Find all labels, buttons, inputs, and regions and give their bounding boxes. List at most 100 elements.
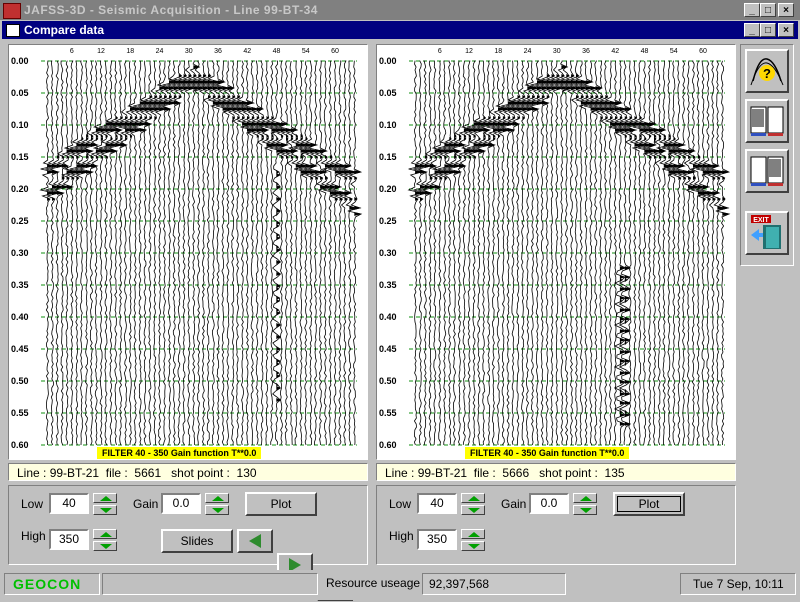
x-tick-label: 24 xyxy=(156,48,164,55)
child-close-button[interactable]: × xyxy=(778,23,794,37)
spin-up-icon[interactable] xyxy=(461,529,485,539)
low-spinner[interactable] xyxy=(93,493,117,515)
spin-up-icon[interactable] xyxy=(205,493,229,503)
prev-slide-button[interactable] xyxy=(237,529,273,553)
y-tick-label: 0.30 xyxy=(11,248,29,258)
x-tick-label: 12 xyxy=(465,48,473,55)
high-spinner[interactable] xyxy=(93,529,117,551)
high-label: High xyxy=(389,529,414,543)
resource-value-panel: 92,397,568 xyxy=(422,573,566,595)
gain-label: Gain xyxy=(133,497,159,511)
spin-up-icon[interactable] xyxy=(461,493,485,503)
slides-button[interactable]: Slides xyxy=(161,529,233,553)
resource-label: Resource useage xyxy=(326,576,421,590)
y-tick-label: 0.50 xyxy=(379,376,397,386)
y-tick-label: 0.50 xyxy=(11,376,29,386)
status-bar: GEOCON Resource useage 92,397,568 Tue 7 … xyxy=(0,570,800,600)
low-input[interactable]: 40 xyxy=(417,493,457,514)
spin-up-icon[interactable] xyxy=(573,493,597,503)
seismic-plot-right[interactable]: 0.00 0.05 0.10 0.15 0.20 0.25 0.30 0.35 0.40 0.45… xyxy=(376,44,736,460)
compare-left-button[interactable] xyxy=(745,99,789,143)
y-tick-label: 0.45 xyxy=(379,344,397,354)
child-minimize-button[interactable]: _ xyxy=(744,23,760,37)
x-tick-label: 48 xyxy=(641,48,649,55)
spin-down-icon[interactable] xyxy=(461,505,485,515)
spin-down-icon[interactable] xyxy=(205,505,229,515)
x-tick-label: 6 xyxy=(70,48,74,55)
child-window-icon[interactable] xyxy=(6,24,20,37)
seismic-section-right: 0.00 0.05 0.10 0.15 0.20 0.25 0.30 0.35 0.40 0.45… xyxy=(379,48,731,450)
controls-left: Low 40 Gain 0.0 Plot High 350 Slides xyxy=(8,485,368,601)
y-tick-label: 0.25 xyxy=(379,216,397,226)
child-title-bar: Compare data _ □ × xyxy=(2,21,798,39)
help-wave-icon: ? xyxy=(750,58,784,86)
y-tick-label: 0.35 xyxy=(11,280,29,290)
y-tick-label: 0.20 xyxy=(379,184,397,194)
filter-label-right: FILTER 40 - 350 Gain function T**0.0 xyxy=(465,447,630,459)
compare-right-button[interactable] xyxy=(745,149,789,193)
maximize-button[interactable]: □ xyxy=(760,3,776,17)
x-tick-label: 42 xyxy=(611,48,619,55)
filter-label-left: FILTER 40 - 350 Gain function T**0.0 xyxy=(97,447,262,459)
spin-up-icon[interactable] xyxy=(93,493,117,503)
arrow-left-icon xyxy=(249,534,261,548)
y-tick-label: 0.15 xyxy=(379,152,397,162)
gain-input[interactable]: 0.0 xyxy=(529,493,569,514)
high-input[interactable]: 350 xyxy=(49,529,89,550)
exit-button[interactable]: EXIT xyxy=(745,211,789,255)
y-tick-label: 0.15 xyxy=(11,152,29,162)
plot-button[interactable]: Plot xyxy=(245,492,317,516)
file-value: 5661 xyxy=(134,466,162,480)
app-icon[interactable] xyxy=(3,3,21,19)
y-tick-label: 0.10 xyxy=(11,120,29,130)
y-tick-label: 0.20 xyxy=(11,184,29,194)
minimize-button[interactable]: _ xyxy=(744,3,760,17)
window-title: JAFSS-3D - Seismic Acquisition - Line 99… xyxy=(24,3,318,17)
side-toolbar: ? EXIT xyxy=(740,44,794,266)
spin-up-icon[interactable] xyxy=(93,529,117,539)
y-tick-label: 0.60 xyxy=(11,440,29,450)
y-tick-label: 0.35 xyxy=(379,280,397,290)
spin-down-icon[interactable] xyxy=(93,505,117,515)
seismic-section-left: 0.00 0.05 0.10 0.15 0.20 0.25 0.30 0.35 0.40 0.45… xyxy=(11,48,363,450)
compare-left-icon xyxy=(750,106,784,136)
x-tick-label: 48 xyxy=(273,48,281,55)
y-tick-label: 0.25 xyxy=(11,216,29,226)
gain-spinner[interactable] xyxy=(205,493,229,515)
file-label: file : xyxy=(473,466,496,480)
high-input[interactable]: 350 xyxy=(417,529,457,550)
shot-value: 135 xyxy=(604,466,625,480)
low-label: Low xyxy=(21,497,44,511)
spin-down-icon[interactable] xyxy=(93,541,117,551)
brand-panel: GEOCON xyxy=(4,573,100,595)
y-tick-label: 0.00 xyxy=(379,56,397,66)
x-tick-label: 30 xyxy=(185,48,193,55)
spin-down-icon[interactable] xyxy=(461,541,485,551)
high-spinner[interactable] xyxy=(461,529,485,551)
close-button[interactable]: × xyxy=(778,3,794,17)
gain-input[interactable]: 0.0 xyxy=(161,493,201,514)
child-maximize-button[interactable]: □ xyxy=(760,23,776,37)
shot-info-left: Line : 99-BT-21 file : 5661 shot point :… xyxy=(8,463,368,481)
controls-right: Low 40 Gain 0.0 Plot High 350 xyxy=(376,485,736,565)
help-button[interactable]: ? xyxy=(745,49,789,93)
x-tick-label: 30 xyxy=(553,48,561,55)
plot-button[interactable]: Plot xyxy=(613,492,685,516)
child-window-title: Compare data xyxy=(24,23,105,37)
svg-text:?: ? xyxy=(763,66,771,81)
y-tick-label: 0.55 xyxy=(379,408,397,418)
x-tick-label: 54 xyxy=(670,48,678,55)
spin-down-icon[interactable] xyxy=(573,505,597,515)
low-input[interactable]: 40 xyxy=(49,493,89,514)
gain-spinner[interactable] xyxy=(573,493,597,515)
x-tick-label: 36 xyxy=(214,48,222,55)
datetime: Tue 7 Sep, 10:11 xyxy=(693,577,784,591)
y-tick-label: 0.00 xyxy=(11,56,29,66)
low-label: Low xyxy=(389,497,412,511)
seismic-plot-left[interactable]: 0.00 0.05 0.10 0.15 0.20 0.25 0.30 0.35 0.40 0.45… xyxy=(8,44,368,460)
exit-label: EXIT xyxy=(753,217,769,224)
shot-value: 130 xyxy=(236,466,257,480)
shot-info-right: Line : 99-BT-21 file : 5666 shot point :… xyxy=(376,463,736,481)
x-tick-label: 18 xyxy=(494,48,502,55)
low-spinner[interactable] xyxy=(461,493,485,515)
